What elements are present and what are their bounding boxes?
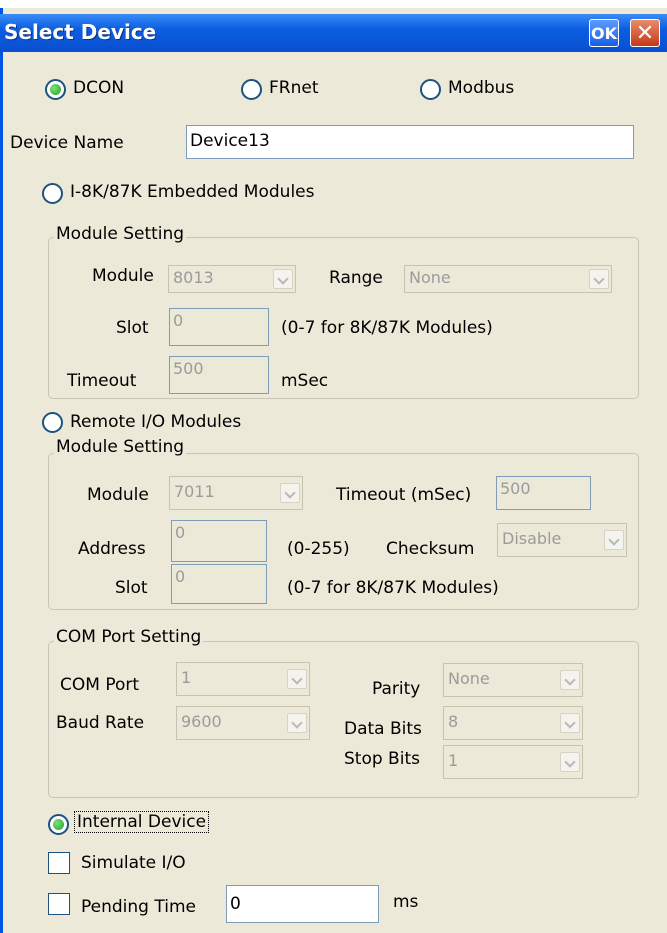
baud-rate-value: 9600 (181, 712, 222, 731)
embedded-slot-input[interactable]: 0 (169, 308, 269, 346)
remote-checksum-label: Checksum (386, 539, 475, 559)
embedded-module-value: 8013 (173, 268, 214, 287)
remote-checksum-select[interactable]: Disable (497, 523, 627, 557)
chevron-down-icon[interactable] (287, 713, 307, 733)
remote-slot-input[interactable]: 0 (171, 564, 267, 604)
pending-time-input[interactable]: 0 (226, 885, 379, 923)
ok-button[interactable]: OK (589, 19, 619, 47)
stop-bits-select[interactable]: 1 (443, 745, 583, 779)
embedded-modules-radio[interactable] (42, 183, 63, 204)
internal-device-radio[interactable] (48, 814, 69, 835)
remote-module-select[interactable]: 7011 (169, 476, 303, 510)
data-bits-select[interactable]: 8 (443, 706, 583, 740)
embedded-module-setting-title: Module Setting (54, 224, 187, 244)
close-icon[interactable]: ✕ (630, 19, 660, 47)
simulate-io-label: Simulate I/O (81, 853, 186, 873)
parity-value: None (448, 669, 490, 688)
embedded-timeout-unit: mSec (281, 371, 329, 391)
remote-timeout-input[interactable]: 500 (496, 476, 591, 510)
frnet-label: FRnet (269, 78, 319, 98)
remote-slot-label: Slot (115, 578, 148, 598)
parity-label: Parity (372, 679, 421, 699)
baud-rate-label: Baud Rate (56, 713, 145, 733)
simulate-io-checkbox[interactable] (48, 852, 70, 874)
embedded-range-value: None (409, 268, 451, 287)
title-bar: Select Device OK ✕ (0, 14, 667, 52)
remote-module-value: 7011 (174, 482, 215, 501)
remote-checksum-value: Disable (502, 529, 562, 548)
pending-time-unit: ms (393, 892, 419, 912)
baud-rate-select[interactable]: 9600 (176, 706, 310, 740)
stop-bits-label: Stop Bits (344, 749, 420, 769)
embedded-range-select[interactable]: None (404, 265, 612, 293)
internal-device-label: Internal Device (74, 811, 210, 833)
chevron-down-icon[interactable] (280, 483, 300, 503)
chevron-down-icon[interactable] (560, 713, 580, 733)
com-port-label: COM Port (60, 675, 140, 695)
com-port-setting-title: COM Port Setting (54, 627, 204, 647)
remote-io-label: Remote I/O Modules (70, 412, 242, 432)
modbus-label: Modbus (448, 78, 515, 98)
chevron-down-icon[interactable] (589, 269, 609, 289)
remote-slot-hint: (0-7 for 8K/87K Modules) (287, 578, 499, 598)
data-bits-value: 8 (448, 712, 459, 731)
embedded-module-select[interactable]: 8013 (168, 265, 296, 293)
remote-io-radio[interactable] (42, 412, 63, 433)
pending-time-label: Pending Time (81, 897, 196, 917)
embedded-slot-label: Slot (116, 318, 149, 338)
chevron-down-icon[interactable] (560, 670, 580, 690)
stop-bits-value: 1 (448, 751, 459, 770)
embedded-module-label: Module (92, 266, 154, 286)
embedded-modules-label: I-8K/87K Embedded Modules (70, 182, 315, 202)
modbus-radio[interactable] (420, 79, 441, 100)
remote-address-hint: (0-255) (287, 539, 350, 559)
chevron-down-icon[interactable] (604, 530, 624, 550)
parity-select[interactable]: None (443, 663, 583, 697)
remote-module-setting-title: Module Setting (54, 437, 187, 457)
dcon-label: DCON (73, 78, 125, 98)
com-port-select[interactable]: 1 (176, 662, 310, 696)
embedded-timeout-label: Timeout (67, 371, 137, 391)
remote-address-input[interactable]: 0 (171, 520, 267, 562)
embedded-timeout-input[interactable]: 500 (169, 356, 269, 394)
dcon-radio[interactable] (45, 79, 66, 100)
chevron-down-icon[interactable] (287, 669, 307, 689)
device-name-input[interactable]: Device13 (186, 125, 634, 159)
remote-timeout-label: Timeout (mSec) (336, 485, 472, 505)
frnet-radio[interactable] (241, 79, 262, 100)
chevron-down-icon[interactable] (273, 269, 293, 289)
remote-address-label: Address (78, 539, 146, 559)
com-port-value: 1 (181, 668, 192, 687)
device-name-label: Device Name (10, 133, 124, 153)
pending-time-checkbox[interactable] (48, 893, 70, 915)
remote-module-label: Module (87, 485, 149, 505)
embedded-range-label: Range (329, 268, 383, 288)
chevron-down-icon[interactable] (560, 752, 580, 772)
dialog-title: Select Device (4, 20, 157, 44)
data-bits-label: Data Bits (344, 719, 422, 739)
embedded-slot-hint: (0-7 for 8K/87K Modules) (281, 318, 493, 338)
